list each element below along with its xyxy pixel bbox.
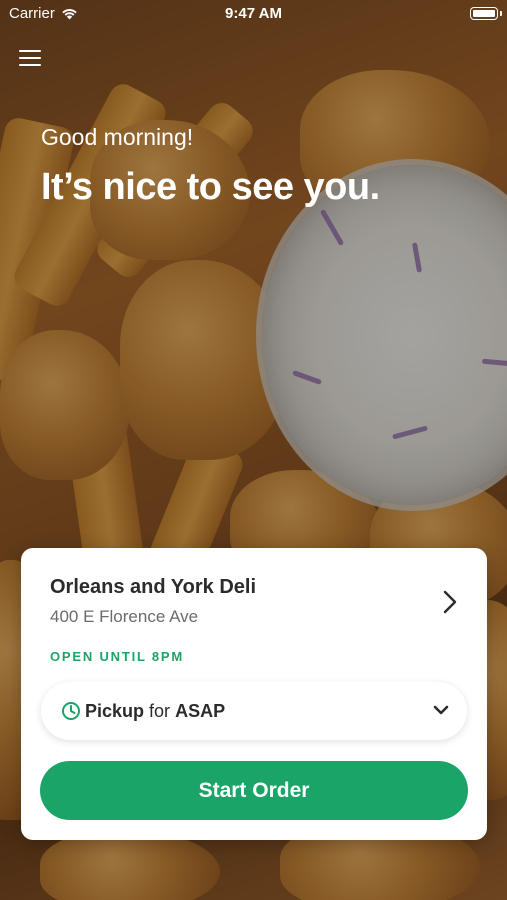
greeting-text: Good morning! bbox=[41, 124, 194, 150]
pickup-connector: for bbox=[149, 700, 171, 721]
pickup-time: ASAP bbox=[175, 700, 226, 721]
chevron-down-icon[interactable] bbox=[433, 704, 449, 716]
pickup-method: Pickup bbox=[85, 700, 145, 721]
store-card: Orleans and York Deli 400 E Florence Ave… bbox=[21, 548, 487, 840]
clock-icon bbox=[62, 702, 80, 720]
store-address: 400 E Florence Ave bbox=[50, 607, 199, 626]
battery-icon bbox=[470, 7, 502, 20]
status-bar: Carrier 9:47 AM bbox=[0, 0, 507, 28]
start-order-button[interactable]: Start Order bbox=[40, 761, 468, 820]
store-name: Orleans and York Deli bbox=[50, 576, 257, 598]
hamburger-menu-icon[interactable] bbox=[19, 48, 41, 68]
status-time: 9:47 AM bbox=[225, 5, 282, 22]
page-title: It’s nice to see you. bbox=[41, 166, 380, 208]
store-info-row[interactable]: Orleans and York Deli 400 E Florence Ave bbox=[50, 576, 467, 632]
open-status-label: OPEN UNTIL 8PM bbox=[50, 649, 185, 664]
pickup-time-selector[interactable]: Pickup for ASAP bbox=[41, 682, 467, 740]
chevron-right-icon[interactable] bbox=[443, 590, 457, 614]
